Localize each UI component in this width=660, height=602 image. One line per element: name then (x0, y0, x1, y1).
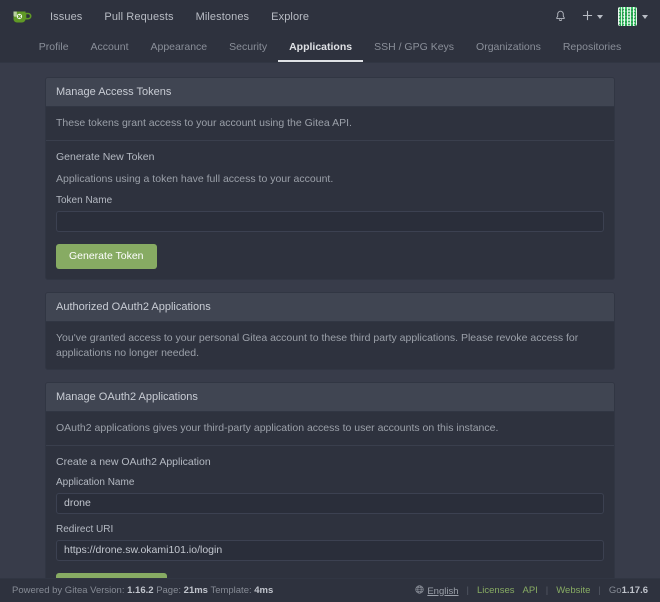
authorized-oauth2-description: You've granted access to your personal G… (56, 331, 604, 360)
footer-page-time: 21ms (184, 585, 208, 596)
page-footer: Powered by Gitea Version: 1.16.2 Page: 2… (0, 578, 660, 602)
authorized-oauth2-applications-panel: Authorized OAuth2 Applications You've gr… (45, 292, 615, 370)
generate-token-button[interactable]: Generate Token (56, 244, 157, 269)
footer-divider: | (598, 585, 600, 596)
create-oauth2-application-section: Create a new OAuth2 Application Applicat… (46, 446, 614, 578)
bell-icon[interactable] (554, 10, 567, 23)
generate-token-description: Applications using a token have full acc… (56, 172, 604, 187)
user-menu[interactable] (618, 7, 648, 26)
nav-link-explore[interactable]: Explore (271, 11, 309, 23)
footer-divider: | (546, 585, 548, 596)
tab-applications[interactable]: Applications (278, 41, 363, 62)
panel-title-authorized-oauth2: Authorized OAuth2 Applications (46, 293, 614, 322)
go-version-info: Go1.17.6 (609, 585, 648, 596)
tokens-description-section: These tokens grant access to your accoun… (46, 107, 614, 140)
manage-oauth2-applications-panel: Manage OAuth2 Applications OAuth2 applic… (45, 382, 615, 578)
chevron-down-icon (597, 15, 603, 19)
create-oauth2-application-title: Create a new OAuth2 Application (56, 456, 604, 468)
tab-ssh-gpg-keys[interactable]: SSH / GPG Keys (363, 41, 465, 62)
panel-title-manage-access-tokens: Manage Access Tokens (46, 78, 614, 107)
application-name-label: Application Name (56, 477, 604, 488)
footer-version-info: Powered by Gitea Version: 1.16.2 Page: 2… (12, 585, 273, 596)
application-name-input[interactable] (56, 493, 604, 514)
tokens-description: These tokens grant access to your accoun… (56, 116, 604, 131)
nav-link-pull-requests[interactable]: Pull Requests (104, 11, 173, 23)
settings-container: Manage Access Tokens These tokens grant … (45, 77, 615, 578)
navbar-right-actions (554, 7, 648, 26)
top-navbar: Issues Pull Requests Milestones Explore (0, 0, 660, 33)
tab-account[interactable]: Account (80, 41, 140, 62)
panel-title-manage-oauth2: Manage OAuth2 Applications (46, 383, 614, 412)
plus-icon (582, 10, 593, 24)
manage-oauth2-description-section: OAuth2 applications gives your third-par… (46, 412, 614, 445)
tab-appearance[interactable]: Appearance (140, 41, 219, 62)
nav-link-milestones[interactable]: Milestones (196, 11, 250, 23)
footer-template-label: Template: (210, 585, 251, 596)
token-name-input[interactable] (56, 211, 604, 232)
manage-oauth2-description: OAuth2 applications gives your third-par… (56, 421, 604, 436)
language-label: English (427, 586, 458, 597)
tab-profile[interactable]: Profile (28, 41, 80, 62)
authorized-oauth2-body: You've granted access to your personal G… (46, 322, 614, 369)
language-selector[interactable]: English (415, 585, 458, 597)
redirect-uri-label: Redirect URI (56, 524, 604, 535)
tab-security[interactable]: Security (218, 41, 278, 62)
generate-token-section: Generate New Token Applications using a … (46, 141, 614, 279)
footer-template-time: 4ms (254, 585, 273, 596)
go-label: Go (609, 585, 622, 596)
go-version: 1.17.6 (622, 585, 648, 596)
token-name-label: Token Name (56, 195, 604, 206)
generate-new-token-title: Generate New Token (56, 151, 604, 163)
settings-tab-nav: Profile Account Appearance Security Appl… (0, 33, 660, 63)
footer-powered-by-label: Powered by Gitea Version: (12, 585, 124, 596)
website-link[interactable]: Website (556, 585, 590, 596)
tab-organizations[interactable]: Organizations (465, 41, 552, 62)
nav-link-issues[interactable]: Issues (50, 11, 82, 23)
redirect-uri-input[interactable] (56, 540, 604, 561)
create-new-menu[interactable] (582, 10, 603, 24)
chevron-down-icon (642, 15, 648, 19)
gitea-teacup-logo-icon[interactable] (8, 5, 36, 29)
footer-page-label: Page: (156, 585, 181, 596)
main-content: Manage Access Tokens These tokens grant … (0, 63, 660, 578)
avatar (618, 7, 637, 26)
primary-nav-links: Issues Pull Requests Milestones Explore (50, 11, 309, 23)
tab-repositories[interactable]: Repositories (552, 41, 632, 62)
api-link[interactable]: API (522, 585, 537, 596)
footer-divider: | (467, 585, 469, 596)
licenses-link[interactable]: Licenses (477, 585, 515, 596)
globe-icon (415, 585, 424, 594)
gitea-settings-page: Issues Pull Requests Milestones Explore (0, 0, 660, 602)
footer-links: English | Licenses API | Website | Go1.1… (415, 585, 648, 597)
manage-access-tokens-panel: Manage Access Tokens These tokens grant … (45, 77, 615, 280)
footer-gitea-version: 1.16.2 (127, 585, 153, 596)
